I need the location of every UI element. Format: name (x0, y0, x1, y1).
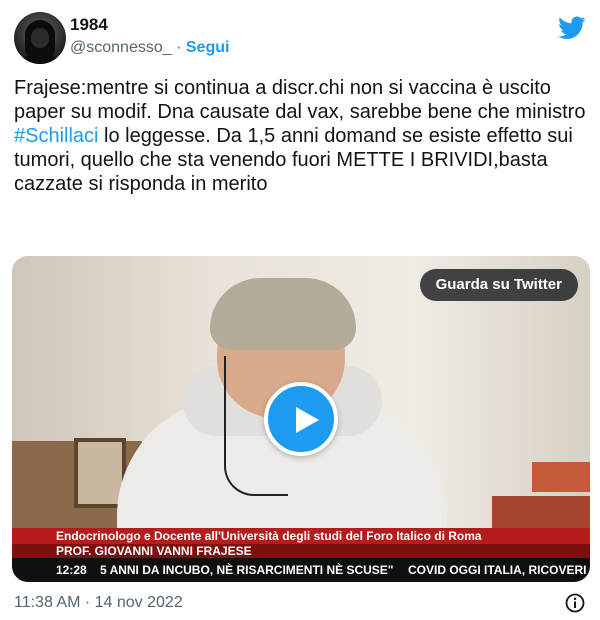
tweet-text-before: Frajese:mentre si continua a discr.chi n… (14, 77, 586, 123)
follow-button[interactable]: Segui (186, 39, 230, 56)
ticker-headline-left: 5 ANNI DA INCUBO, NÈ RISARCIMENTI NÈ SCU… (100, 563, 394, 577)
watch-on-twitter-button[interactable]: Guarda su Twitter (419, 269, 578, 301)
tweet-timestamp[interactable]: 11:38 AM · 14 nov 2022 (14, 594, 183, 611)
caption-title: Endocrinologo e Docente all'Università d… (12, 528, 590, 544)
avatar-face-shape (31, 28, 49, 48)
avatar[interactable] (14, 12, 66, 64)
play-button[interactable] (264, 382, 338, 456)
separator-dot: · (176, 39, 182, 56)
tweet-header: 1984 @sconnesso_ · Segui (14, 12, 586, 64)
author-display-name[interactable]: 1984 (70, 14, 229, 36)
hashtag-link[interactable]: #Schillaci (14, 125, 98, 147)
avatar-body-shape (18, 52, 62, 64)
video-books-right (532, 462, 590, 492)
tweet-footer: 11:38 AM · 14 nov 2022 (14, 592, 586, 614)
twitter-bird-icon[interactable] (558, 16, 586, 40)
ticker-time: 12:28 (56, 563, 87, 577)
tweet-text-after: lo leggesse. Da 1,5 anni domand se esist… (14, 125, 573, 195)
author-handle-row: @sconnesso_ · Segui (70, 36, 229, 60)
author-names: 1984 @sconnesso_ · Segui (70, 14, 229, 60)
news-ticker: 12:28 5 ANNI DA INCUBO, NÈ RISARCIMENTI … (12, 558, 590, 582)
video-person-hair (210, 278, 356, 350)
tv-lower-third: Endocrinologo e Docente all'Università d… (12, 528, 590, 582)
play-icon (296, 407, 319, 433)
video-player[interactable]: Guarda su Twitter Endocrinologo e Docent… (12, 256, 590, 582)
author-handle[interactable]: @sconnesso_ (70, 39, 172, 56)
video-shelf-right (492, 496, 590, 530)
caption-name: PROF. GIOVANNI VANNI FRAJESE (12, 544, 590, 558)
info-icon[interactable] (564, 592, 586, 614)
ticker-headline-right: COVID OGGI ITALIA, RICOVERI IN (408, 563, 590, 577)
tweet-text: Frajese:mentre si continua a discr.chi n… (14, 76, 586, 196)
